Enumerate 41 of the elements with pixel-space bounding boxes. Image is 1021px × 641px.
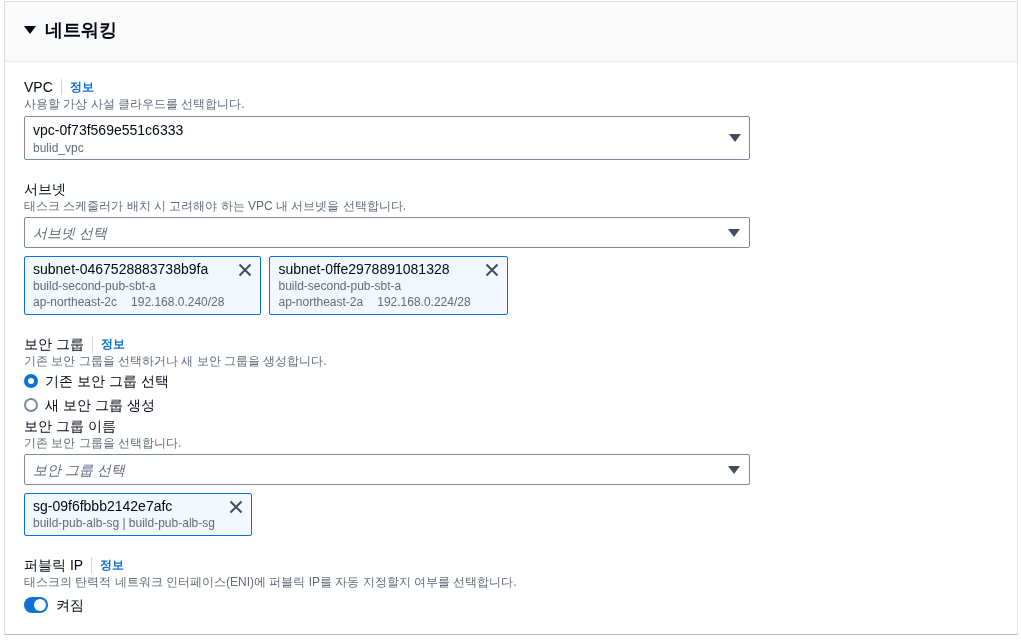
token-description: build-pub-alb-sg | build-pub-alb-sg [33, 515, 215, 531]
token-title: sg-09f6fbbb2142e7afc [33, 497, 174, 515]
field-label: 퍼블릭 IP [24, 556, 84, 574]
section-header[interactable]: 네트워킹 [5, 2, 1017, 62]
close-icon[interactable] [228, 500, 243, 514]
field-description: 사용할 가상 사설 클라우드를 선택합니다. [24, 96, 246, 112]
info-link[interactable]: 정보 [91, 336, 125, 352]
field-label: 보안 그룹 이름 [24, 417, 116, 435]
token-title: subnet-0467528883738b9fa [33, 260, 210, 278]
token-detail: ap-northeast-2a [278, 294, 364, 310]
radio-label[interactable]: 기존 보안 그룹 선택 [45, 371, 169, 391]
close-icon[interactable] [238, 263, 253, 277]
select-field[interactable]: vpc-0f73f569e551c6333 bulid_vpc [24, 116, 750, 160]
toggle-label: 켜짐 [56, 596, 84, 615]
field-label: 서브넷 [24, 180, 66, 198]
radio-button[interactable] [24, 398, 38, 412]
info-link[interactable]: 정보 [60, 79, 94, 95]
token-detail: 192.168.0.224/28 [377, 294, 471, 310]
token-description: build-second-pub-sbt-a [278, 278, 403, 294]
radio-label[interactable]: 새 보안 그룹 생성 [45, 395, 155, 415]
caret-down-icon[interactable] [728, 229, 740, 237]
select-field[interactable]: 서브넷 선택 [24, 217, 750, 248]
caret-down-icon[interactable] [24, 25, 36, 34]
token-detail: ap-northeast-2c [33, 294, 118, 310]
toggle-switch[interactable] [24, 597, 48, 613]
token-description: build-second-pub-sbt-a [33, 278, 157, 294]
field-description: 태스크의 탄력적 네트워크 인터페이스(ENI)에 퍼블릭 IP를 자동 지정할지 여부를 선택합니다. [24, 574, 518, 590]
radio-button[interactable] [24, 374, 38, 388]
field-description: 기존 보안 그룹을 선택합니다. [24, 435, 183, 451]
field-description: 태스크 스케줄러가 배치 시 고려해야 하는 VPC 내 서브넷을 선택합니다. [24, 198, 407, 214]
token-title: subnet-0ffe2978891081328 [278, 260, 451, 278]
section-title: 네트워킹 [45, 18, 117, 42]
token-detail: 192.168.0.240/28 [131, 294, 225, 310]
close-icon[interactable] [484, 263, 499, 277]
caret-down-icon[interactable] [728, 466, 740, 474]
select-field[interactable]: 보안 그룹 선택 [24, 454, 750, 485]
field-label: VPC [24, 78, 53, 96]
info-link[interactable]: 정보 [91, 557, 125, 573]
field-label: 보안 그룹 [24, 335, 84, 353]
field-description: 기존 보안 그룹을 선택하거나 새 보안 그룹을 생성합니다. [24, 353, 328, 369]
caret-down-icon[interactable] [729, 134, 741, 142]
